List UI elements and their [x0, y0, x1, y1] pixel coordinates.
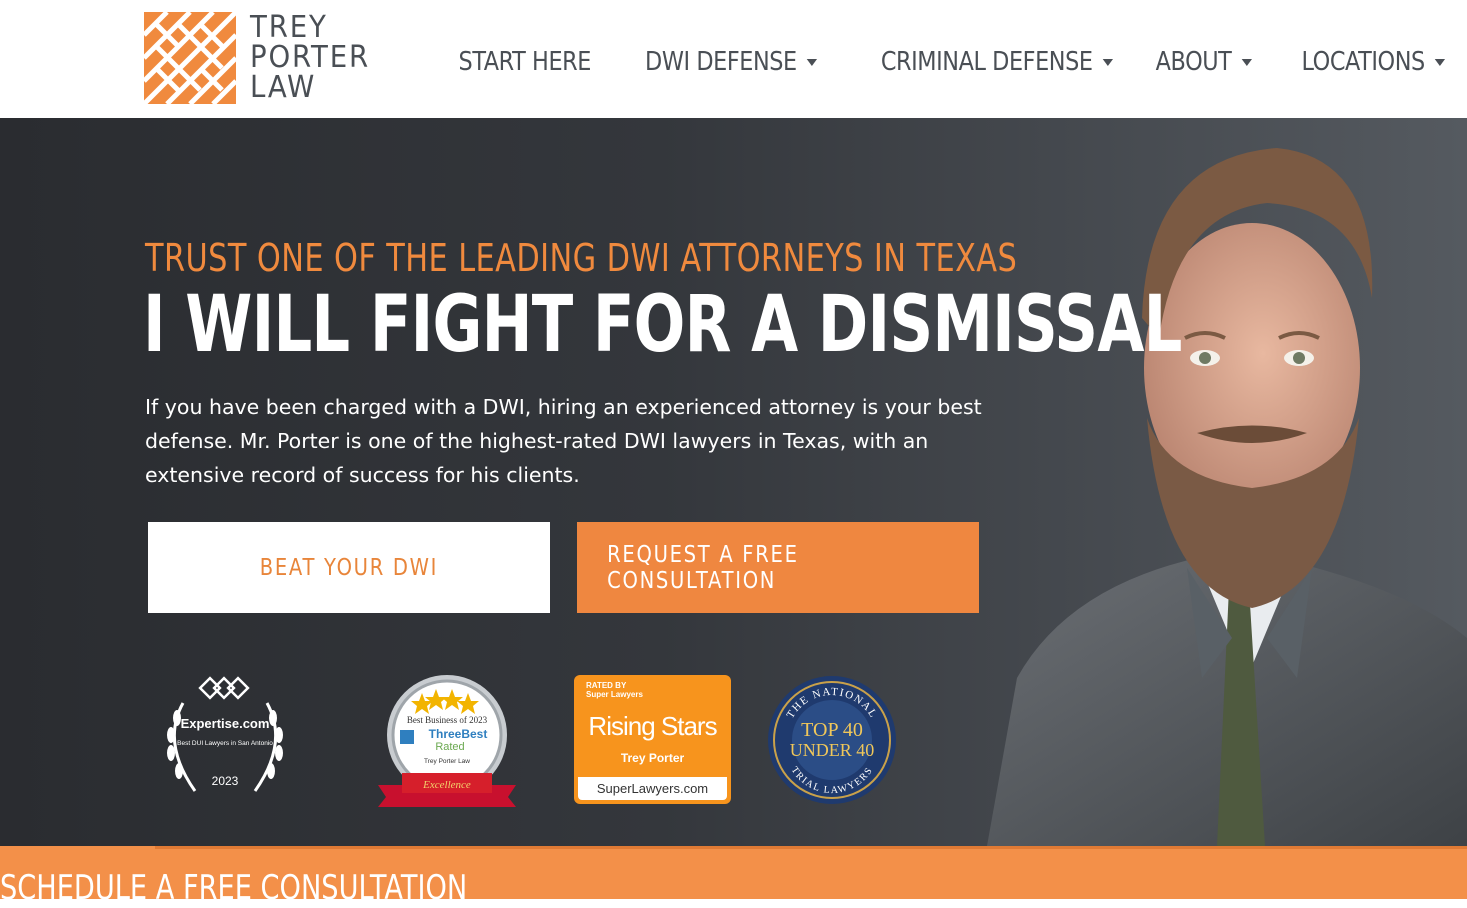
- request-consultation-button[interactable]: REQUEST A FREE CONSULTATION: [577, 522, 979, 613]
- superlawyers-title: Rising Stars: [588, 711, 717, 741]
- beat-your-dwi-label: BEAT YOUR DWI: [259, 554, 439, 581]
- strip-divider: [155, 846, 1467, 849]
- threebest-badge: Best Business of 2023 ThreeBest Rated Tr…: [378, 675, 516, 807]
- logo-wordmark: TREY PORTER LAW: [250, 13, 381, 103]
- expertise-badge: Expertise.com Best DUI Lawyers in San An…: [167, 676, 283, 792]
- superlawyers-rated-1: RATED BY: [586, 681, 627, 690]
- threebest-logo-icon: [400, 730, 414, 744]
- hero-headline: I WILL FIGHT FOR A DISMISSAL: [143, 280, 1182, 370]
- site-header: TREY PORTER LAW START HERE DWI DEFENSE C…: [0, 0, 1467, 118]
- chevron-down-icon: [807, 58, 818, 66]
- superlawyers-site: SuperLawyers.com: [578, 777, 727, 800]
- request-consultation-label: REQUEST A FREE CONSULTATION: [607, 541, 799, 594]
- attorney-portrait: [987, 148, 1467, 846]
- nav-criminal-defense[interactable]: CRIMINAL DEFENSE: [881, 47, 1114, 77]
- threebest-firm: Trey Porter Law: [424, 758, 470, 765]
- superlawyers-badge: RATED BY Super Lawyers Rising Stars Trey…: [574, 675, 731, 804]
- threebest-title: Best Business of 2023: [407, 715, 488, 725]
- superlawyers-name: Trey Porter: [620, 751, 685, 765]
- superlawyers-rated-2: Super Lawyers: [586, 690, 643, 699]
- site-logo[interactable]: TREY PORTER LAW: [144, 12, 404, 104]
- threebest-ribbon: Excellence: [422, 779, 471, 791]
- expertise-site: Expertise.com: [181, 716, 270, 731]
- nav-about-label: ABOUT: [1155, 47, 1231, 77]
- threebest-brand-2: Rated: [435, 741, 464, 753]
- main-nav: START HERE DWI DEFENSE CRIMINAL DEFENSE …: [411, 40, 1445, 84]
- top40-badge: THE NATIONAL TOP 40 UNDER 40 TRIAL LAWYE…: [768, 676, 896, 804]
- nav-dwi-defense-label: DWI DEFENSE: [645, 47, 797, 77]
- expertise-year: 2023: [212, 774, 239, 788]
- logo-line-1: TREY: [250, 10, 328, 45]
- chevron-down-icon: [1103, 58, 1114, 66]
- consultation-strip: SCHEDULE A FREE CONSULTATION: [0, 846, 1467, 908]
- hero-intro: If you have been charged with a DWI, hir…: [145, 395, 982, 487]
- threebest-brand-1: ThreeBest: [429, 727, 488, 741]
- beat-your-dwi-button[interactable]: BEAT YOUR DWI: [148, 522, 550, 613]
- expertise-logo-icon: [198, 676, 250, 700]
- nav-locations[interactable]: LOCATIONS: [1301, 47, 1445, 77]
- nav-about[interactable]: ABOUT: [1155, 47, 1252, 77]
- nav-dwi-defense[interactable]: DWI DEFENSE: [645, 47, 818, 77]
- nav-locations-label: LOCATIONS: [1301, 47, 1425, 77]
- hero-section: TRUST ONE OF THE LEADING DWI ATTORNEYS I…: [0, 118, 1467, 846]
- top40-line-2: UNDER 40: [790, 740, 875, 760]
- superlawyers-rated: RATED BY Super Lawyers: [586, 681, 643, 699]
- hero-eyebrow: TRUST ONE OF THE LEADING DWI ATTORNEYS I…: [145, 236, 1018, 280]
- chevron-down-icon: [1241, 58, 1252, 66]
- logo-line-3: LAW: [250, 70, 317, 105]
- logo-mark-icon: [144, 12, 236, 104]
- nav-start-here[interactable]: START HERE: [458, 47, 592, 77]
- expertise-award: Best DUI Lawyers in San Antonio: [177, 740, 273, 747]
- top40-line-1: TOP 40: [801, 719, 863, 741]
- nav-criminal-defense-label: CRIMINAL DEFENSE: [881, 47, 1093, 77]
- chevron-down-icon: [1434, 58, 1445, 66]
- nav-start-here-label: START HERE: [458, 47, 592, 77]
- logo-line-2: PORTER: [250, 40, 371, 75]
- schedule-consultation-heading: SCHEDULE A FREE CONSULTATION: [0, 868, 468, 908]
